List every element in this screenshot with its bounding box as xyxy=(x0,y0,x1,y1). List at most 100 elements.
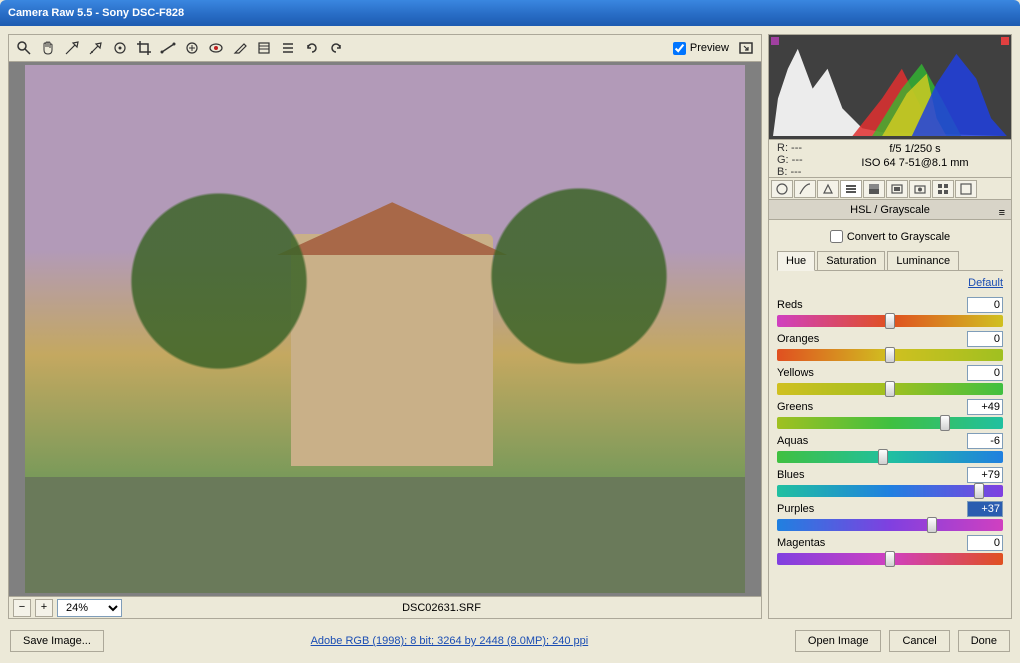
slider-label: Blues xyxy=(777,469,967,481)
adjustment-brush-tool-icon[interactable] xyxy=(229,37,251,59)
slider-thumb[interactable] xyxy=(885,381,895,397)
slider-label: Purples xyxy=(777,503,967,515)
fullscreen-toggle-icon[interactable] xyxy=(735,37,757,59)
slider-value-input[interactable]: 0 xyxy=(967,331,1003,347)
preferences-icon[interactable] xyxy=(277,37,299,59)
slider-thumb[interactable] xyxy=(885,313,895,329)
detail-panel-icon[interactable] xyxy=(817,180,839,198)
subtab-hue[interactable]: Hue xyxy=(777,251,815,271)
slider-value-input[interactable]: 0 xyxy=(967,535,1003,551)
slider-track[interactable] xyxy=(777,315,1003,327)
color-sampler-tool-icon[interactable] xyxy=(85,37,107,59)
subtab-saturation[interactable]: Saturation xyxy=(817,251,885,270)
spot-removal-tool-icon[interactable] xyxy=(181,37,203,59)
slider-label: Oranges xyxy=(777,333,967,345)
slider-track[interactable] xyxy=(777,485,1003,497)
zoom-level-select[interactable]: 24% xyxy=(57,599,122,617)
slider-label: Yellows xyxy=(777,367,967,379)
slider-track[interactable] xyxy=(777,519,1003,531)
left-pane: Preview − + 24% DSC02631.SRF xyxy=(8,34,762,619)
slider-thumb[interactable] xyxy=(974,483,984,499)
targeted-adjustment-tool-icon[interactable] xyxy=(109,37,131,59)
slider-row-greens: Greens+49 xyxy=(777,399,1003,429)
exif-readout: R: --- G: --- B: --- f/5 1/250 s ISO 64 … xyxy=(768,140,1012,178)
camera-panel-icon[interactable] xyxy=(909,180,931,198)
red-eye-tool-icon[interactable] xyxy=(205,37,227,59)
zoom-in-button[interactable]: + xyxy=(35,599,53,617)
slider-value-input[interactable]: +37 xyxy=(967,501,1003,517)
slider-value-input[interactable]: -6 xyxy=(967,433,1003,449)
panel-body: Convert to Grayscale Hue Saturation Lumi… xyxy=(768,220,1012,619)
slider-thumb[interactable] xyxy=(940,415,950,431)
slider-track[interactable] xyxy=(777,383,1003,395)
subtab-luminance[interactable]: Luminance xyxy=(887,251,959,270)
preview-checkbox[interactable]: Preview xyxy=(673,42,729,55)
slider-track[interactable] xyxy=(777,451,1003,463)
zoom-bar: − + 24% DSC02631.SRF xyxy=(8,597,762,619)
panel-tabs xyxy=(768,178,1012,200)
slider-row-blues: Blues+79 xyxy=(777,467,1003,497)
default-link[interactable]: Default xyxy=(968,277,1003,289)
toolbar: Preview xyxy=(8,34,762,62)
slider-label: Greens xyxy=(777,401,967,413)
exif-exposure: f/5 1/250 s xyxy=(827,142,1003,156)
slider-thumb[interactable] xyxy=(885,347,895,363)
histogram[interactable] xyxy=(768,34,1012,140)
slider-track[interactable] xyxy=(777,417,1003,429)
exif-r: R: --- xyxy=(777,142,827,154)
default-link-row: Default xyxy=(777,277,1003,289)
exif-g: G: --- xyxy=(777,154,827,166)
rotate-cw-icon[interactable] xyxy=(325,37,347,59)
exif-iso-focal: ISO 64 7-51@8.1 mm xyxy=(827,156,1003,170)
workflow-options-link[interactable]: Adobe RGB (1998); 8 bit; 3264 by 2448 (8… xyxy=(311,635,589,647)
basic-panel-icon[interactable] xyxy=(771,180,793,198)
panel-menu-icon[interactable]: ≡ xyxy=(999,203,1005,223)
split-tone-panel-icon[interactable] xyxy=(863,180,885,198)
slider-row-reds: Reds0 xyxy=(777,297,1003,327)
slider-track[interactable] xyxy=(777,349,1003,361)
save-image-button[interactable]: Save Image... xyxy=(10,630,104,652)
slider-thumb[interactable] xyxy=(878,449,888,465)
slider-track[interactable] xyxy=(777,553,1003,565)
slider-value-input[interactable]: +49 xyxy=(967,399,1003,415)
straighten-tool-icon[interactable] xyxy=(157,37,179,59)
window-title: Camera Raw 5.5 - Sony DSC-F828 xyxy=(8,7,184,19)
hsl-panel-icon[interactable] xyxy=(840,180,862,198)
white-balance-tool-icon[interactable] xyxy=(61,37,83,59)
snapshots-panel-icon[interactable] xyxy=(955,180,977,198)
rotate-ccw-icon[interactable] xyxy=(301,37,323,59)
slider-value-input[interactable]: 0 xyxy=(967,365,1003,381)
done-button[interactable]: Done xyxy=(958,630,1010,652)
slider-value-input[interactable]: 0 xyxy=(967,297,1003,313)
filename-label: DSC02631.SRF xyxy=(126,602,757,614)
presets-panel-icon[interactable] xyxy=(932,180,954,198)
slider-thumb[interactable] xyxy=(885,551,895,567)
slider-value-input[interactable]: +79 xyxy=(967,467,1003,483)
titlebar: Camera Raw 5.5 - Sony DSC-F828 xyxy=(0,0,1020,26)
slider-row-magentas: Magentas0 xyxy=(777,535,1003,565)
slider-label: Reds xyxy=(777,299,967,311)
hand-tool-icon[interactable] xyxy=(37,37,59,59)
slider-thumb[interactable] xyxy=(927,517,937,533)
open-image-button[interactable]: Open Image xyxy=(795,630,882,652)
zoom-tool-icon[interactable] xyxy=(13,37,35,59)
right-pane: R: --- G: --- B: --- f/5 1/250 s ISO 64 … xyxy=(768,34,1012,619)
cancel-button[interactable]: Cancel xyxy=(889,630,949,652)
preview-label: Preview xyxy=(690,42,729,54)
slider-label: Magentas xyxy=(777,537,967,549)
exif-b: B: --- xyxy=(777,166,827,178)
slider-row-purples: Purples+37 xyxy=(777,501,1003,531)
slider-row-oranges: Oranges0 xyxy=(777,331,1003,361)
image-canvas[interactable] xyxy=(8,62,762,597)
tone-curve-panel-icon[interactable] xyxy=(794,180,816,198)
zoom-out-button[interactable]: − xyxy=(13,599,31,617)
panel-title: HSL / Grayscale ≡ xyxy=(768,200,1012,220)
grayscale-checkbox[interactable] xyxy=(830,230,843,243)
slider-row-aquas: Aquas-6 xyxy=(777,433,1003,463)
crop-tool-icon[interactable] xyxy=(133,37,155,59)
preview-check-input[interactable] xyxy=(673,42,686,55)
graduated-filter-tool-icon[interactable] xyxy=(253,37,275,59)
lens-panel-icon[interactable] xyxy=(886,180,908,198)
preview-image xyxy=(25,65,745,593)
footer: Save Image... Adobe RGB (1998); 8 bit; 3… xyxy=(0,627,1020,655)
